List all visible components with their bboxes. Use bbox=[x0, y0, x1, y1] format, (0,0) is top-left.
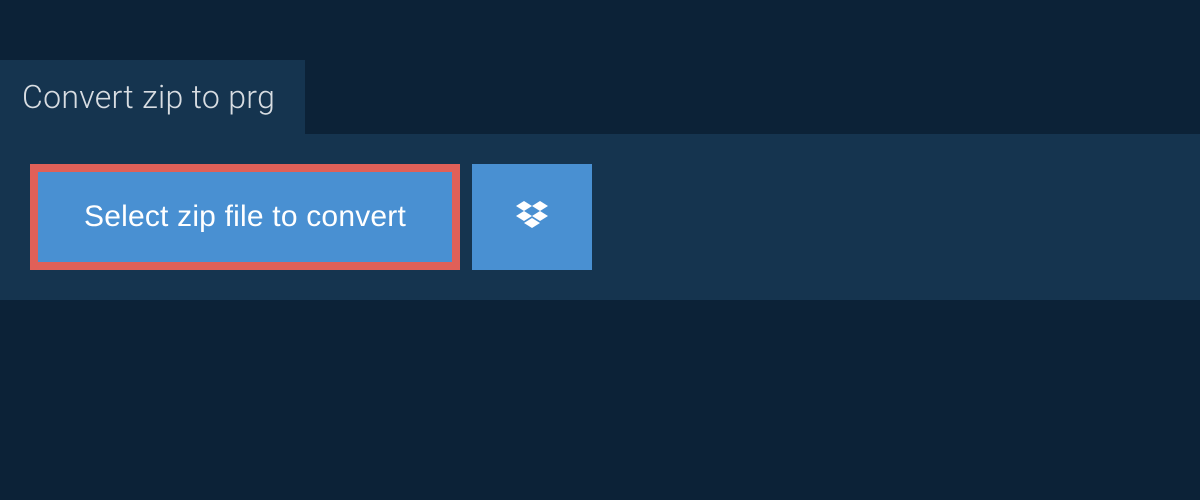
main-panel: Select zip file to convert bbox=[0, 134, 1200, 300]
tab-header: Convert zip to prg bbox=[0, 60, 305, 134]
dropbox-button[interactable] bbox=[472, 164, 592, 270]
button-row: Select zip file to convert bbox=[30, 164, 1170, 270]
dropbox-icon bbox=[512, 197, 552, 237]
select-button-highlight: Select zip file to convert bbox=[30, 164, 460, 270]
select-file-button[interactable]: Select zip file to convert bbox=[38, 172, 452, 262]
page-title: Convert zip to prg bbox=[22, 78, 275, 116]
